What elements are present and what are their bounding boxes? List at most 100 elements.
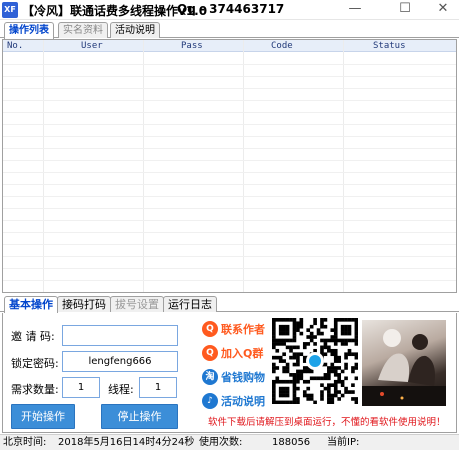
column-header-code[interactable]: Code <box>271 40 293 52</box>
qr-module <box>299 369 304 374</box>
qr-module <box>340 324 345 329</box>
qr-module <box>272 342 276 346</box>
qr-module <box>292 393 297 398</box>
qr-module <box>296 386 300 391</box>
qr-module <box>323 318 328 322</box>
qr-module <box>296 321 300 326</box>
close-button[interactable]: ✕ <box>428 0 458 20</box>
qr-module <box>302 390 307 394</box>
qr-module <box>327 390 331 394</box>
qr-module <box>309 369 314 374</box>
qr-module <box>272 393 276 398</box>
column-header-no[interactable]: No. <box>7 40 23 52</box>
row-divider <box>3 76 456 77</box>
qr-module <box>327 348 331 353</box>
invite-code-label: 邀 请 码: <box>11 330 55 343</box>
account-table[interactable]: No. User Pass Code Status <box>2 39 457 293</box>
contact-author-link[interactable]: Q 联系作者 <box>202 321 265 337</box>
qr-module <box>333 352 338 357</box>
save-money-shopping-link[interactable]: 淘省钱购物 <box>202 369 265 385</box>
invite-code-input[interactable] <box>62 325 178 346</box>
qr-module <box>344 328 348 332</box>
threads-label: 线程: <box>108 383 134 396</box>
qr-module <box>320 383 324 387</box>
qr-module <box>292 335 297 339</box>
activity-info-link[interactable]: ♪ 活动说明 <box>202 393 265 409</box>
qr-module <box>289 379 293 384</box>
column-header-pass[interactable]: Pass <box>181 40 203 52</box>
qr-module <box>354 362 358 367</box>
qr-module <box>337 366 341 370</box>
qr-module <box>296 355 300 360</box>
qr-module <box>354 318 358 322</box>
qr-module <box>327 386 331 391</box>
qr-module <box>333 355 338 360</box>
promo-photo-figures <box>362 329 446 406</box>
qr-module <box>309 376 314 381</box>
tab-sms-captcha[interactable]: 接码打码 <box>57 296 111 312</box>
qr-module <box>282 342 286 346</box>
tab-real-name-info[interactable]: 实名资料 <box>58 22 108 38</box>
tab-operation-list[interactable]: 操作列表 <box>4 22 54 39</box>
qr-module <box>347 352 352 357</box>
maximize-button[interactable]: ☐ <box>390 0 420 20</box>
qr-module <box>299 321 304 326</box>
promo-photo <box>362 320 446 406</box>
tab-dial-settings[interactable]: 拔号设置 <box>110 296 164 312</box>
qr-module <box>272 328 276 332</box>
tab-basic-operation[interactable]: 基本操作 <box>4 296 58 313</box>
tab-run-log[interactable]: 运行日志 <box>163 296 217 312</box>
minimize-button[interactable]: — <box>340 0 370 20</box>
qr-module <box>278 400 283 404</box>
qr-module <box>333 338 338 343</box>
qr-module <box>285 400 290 404</box>
qr-module <box>272 345 276 350</box>
qr-module <box>347 318 352 322</box>
threads-input[interactable]: 1 <box>139 377 177 398</box>
row-divider <box>3 160 456 161</box>
column-header-status[interactable]: Status <box>373 40 406 52</box>
qr-module <box>285 362 290 367</box>
qr-module <box>272 390 276 394</box>
qr-module <box>306 393 311 398</box>
qr-module <box>327 369 331 374</box>
stop-button[interactable]: 停止操作 <box>101 404 178 429</box>
row-divider <box>3 88 456 89</box>
column-header-user[interactable]: User <box>81 40 103 52</box>
row-divider <box>3 244 456 245</box>
qr-module <box>354 331 358 336</box>
qr-module <box>272 362 276 367</box>
qr-module <box>337 355 341 360</box>
qr-module <box>272 397 276 401</box>
row-divider <box>3 148 456 149</box>
qr-module <box>299 376 304 381</box>
qr-module <box>285 390 290 394</box>
qr-module <box>272 324 276 329</box>
quantity-input[interactable]: 1 <box>62 377 100 398</box>
qr-module <box>296 400 300 404</box>
qr-module <box>347 324 352 329</box>
qr-module <box>330 362 335 367</box>
qr-module <box>330 335 335 339</box>
qr-module <box>323 324 328 329</box>
qr-module <box>282 324 286 329</box>
qr-module <box>306 335 311 339</box>
start-button[interactable]: 开始操作 <box>11 404 75 429</box>
qr-module <box>333 366 338 370</box>
qr-module <box>340 331 345 336</box>
qr-module <box>306 342 311 346</box>
qr-module <box>347 338 352 343</box>
qr-module <box>272 369 276 374</box>
qr-module <box>344 338 348 343</box>
qr-module <box>344 386 348 391</box>
qr-module <box>320 397 324 401</box>
qr-module <box>354 352 358 357</box>
qr-module <box>333 369 338 374</box>
row-divider <box>3 208 456 209</box>
join-qq-group-link[interactable]: Q 加入Q群 <box>202 345 263 361</box>
qr-module <box>292 331 297 336</box>
qr-module <box>296 373 300 377</box>
lock-password-input[interactable]: lengfeng666 <box>62 351 178 372</box>
tab-activity-info[interactable]: 活动说明 <box>110 22 160 38</box>
contact-author-label: 联系作者 <box>221 323 265 336</box>
